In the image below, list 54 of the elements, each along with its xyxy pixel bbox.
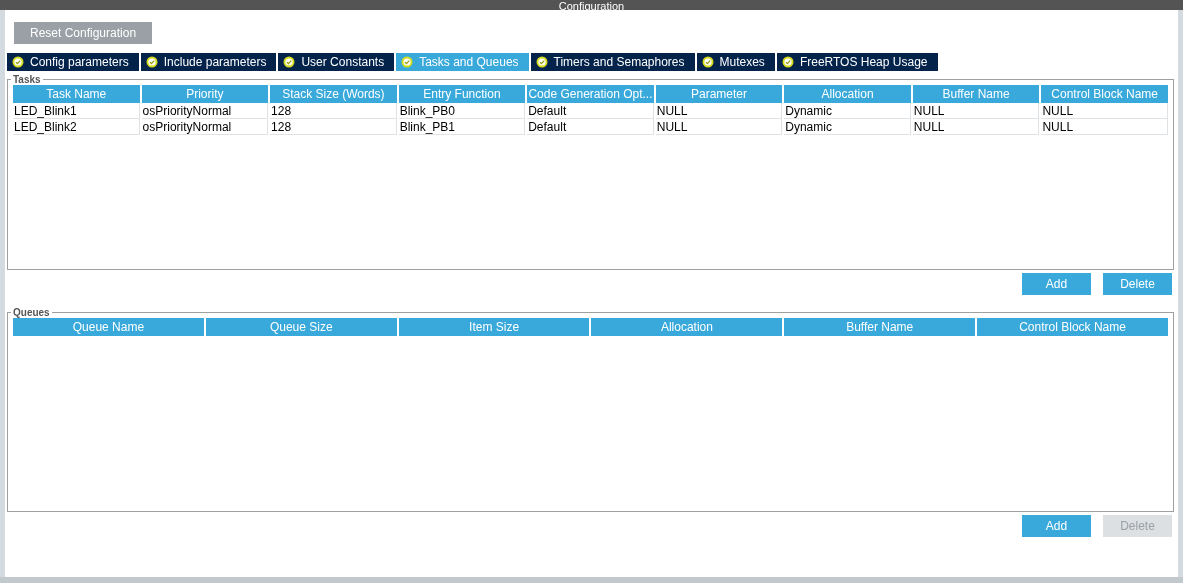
table-cell: 128 [270, 103, 397, 119]
tab[interactable]: Timers and Semaphores [530, 53, 695, 71]
table-cell: Dynamic [784, 103, 911, 119]
column-header[interactable]: Stack Size (Words) [270, 85, 397, 103]
column-header[interactable]: Control Block Name [977, 318, 1168, 336]
table-cell: osPriorityNormal [141, 119, 269, 135]
add-button[interactable]: Add [1022, 273, 1091, 295]
table-cell: NULL [1041, 103, 1168, 119]
check-circle-icon [781, 56, 794, 68]
table-cell: Blink_PB0 [398, 103, 526, 119]
column-header[interactable]: Item Size [398, 318, 590, 336]
window-title: Configuration [558, 1, 625, 12]
column-header[interactable]: Buffer Name [912, 85, 1040, 103]
tab[interactable]: FreeRTOS Heap Usage [776, 53, 938, 71]
column-header[interactable]: Queue Size [205, 318, 397, 336]
check-circle-icon [535, 56, 548, 68]
table-cell: LED_Blink1 [13, 103, 140, 119]
table-cell: 128 [270, 119, 397, 135]
column-header[interactable]: Control Block Name [1041, 85, 1168, 103]
add-button[interactable]: Add [1022, 515, 1091, 537]
table-cell: NULL [912, 103, 1040, 119]
column-header[interactable]: Buffer Name [784, 318, 976, 336]
table-cell: NULL [655, 119, 783, 135]
tab[interactable]: User Constants [278, 53, 395, 71]
tab[interactable]: Config parameters [7, 53, 139, 71]
table-cell: Default [527, 103, 654, 119]
table-cell: Blink_PB1 [398, 119, 526, 135]
tab[interactable]: Include parameters [140, 53, 277, 71]
reset-configuration-button[interactable]: Reset Configuration [14, 22, 153, 44]
column-header[interactable]: Code Generation Opt... [527, 85, 654, 103]
delete-button[interactable]: Delete [1103, 273, 1172, 295]
check-circle-icon [283, 56, 296, 68]
table-cell: Dynamic [784, 119, 911, 135]
tab[interactable]: Tasks and Queues [396, 53, 529, 71]
table-cell: NULL [912, 119, 1040, 135]
column-header[interactable]: Entry Function [398, 85, 526, 103]
column-header[interactable]: Task Name [13, 85, 140, 103]
check-circle-icon [701, 56, 714, 68]
column-header[interactable]: Parameter [655, 85, 783, 103]
table-cell: LED_Blink2 [13, 119, 140, 135]
column-header[interactable]: Allocation [591, 318, 783, 336]
tab[interactable]: Mutexes [696, 53, 775, 71]
column-header[interactable]: Priority [141, 85, 269, 103]
group-title: Queues [12, 307, 51, 318]
column-header[interactable]: Allocation [784, 85, 911, 103]
table-cell: Default [527, 119, 654, 135]
table-cell: osPriorityNormal [141, 103, 269, 119]
check-circle-icon [145, 56, 158, 68]
table-cell: NULL [1041, 119, 1168, 135]
table-cell: NULL [655, 103, 783, 119]
group-title: Tasks [12, 74, 42, 85]
check-circle-icon [12, 56, 24, 68]
column-header[interactable]: Queue Name [13, 318, 204, 336]
check-circle-icon [401, 56, 414, 68]
